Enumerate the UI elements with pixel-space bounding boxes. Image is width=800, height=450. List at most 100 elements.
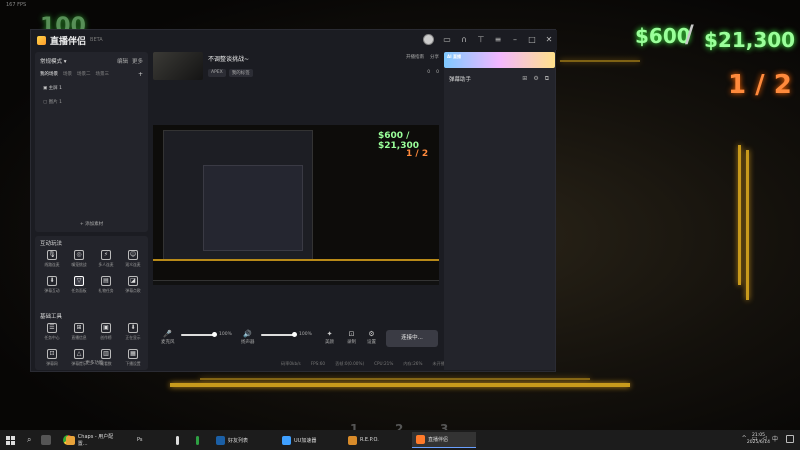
mode-row: 常规模式 ▾ 编辑 更多	[40, 57, 143, 65]
tool-interact-grid-3[interactable]: ☺ 观众连麦	[121, 250, 145, 272]
start-live-button[interactable]: 连接中...	[386, 330, 438, 347]
taskbar-app-7[interactable]: 直播伴侣	[412, 432, 476, 448]
record-icon: ⊡	[348, 330, 355, 338]
status-bar: 码率0kb/s FPS:60 丢帧:0(0.00%) CPU:21% 内存:26…	[281, 361, 445, 367]
clock[interactable]: 21:05 2025/6/14	[747, 433, 770, 446]
mic-volume-knob[interactable]	[212, 332, 217, 337]
message-icon[interactable]: ▭	[443, 35, 451, 44]
desktop: 167 FPS 100 $600 / $21,300 1 / 2 1 2 3 直…	[0, 0, 800, 450]
tool-basic-grid-1[interactable]: ⊞ 直播信息	[67, 323, 91, 345]
beauty-button[interactable]: ✦ 美颜	[325, 330, 334, 345]
money-slash: /	[685, 20, 694, 48]
taskbar-app-0[interactable]: Chaps - 用户配置...	[62, 432, 126, 448]
tool-label: 嘴笼挑战	[71, 262, 87, 267]
more-functions-button[interactable]: ··· 更多功能	[35, 360, 148, 366]
more-button[interactable]: 更多	[132, 59, 143, 65]
stream-cover-image[interactable]	[153, 52, 203, 80]
titlebar: 直播伴侣 BETA ▭ ∩ ⊤ ≡ – □ ✕	[31, 30, 557, 50]
tag-custom[interactable]: 我的标签	[228, 69, 253, 77]
live-guide-link[interactable]: 开播指南	[406, 54, 424, 60]
scene-item-main[interactable]: ▣ 主屏 1	[43, 85, 62, 91]
taskbar-app-2[interactable]	[172, 432, 186, 448]
avatar-icon[interactable]	[423, 34, 434, 45]
chevron-up-icon[interactable]: ^	[742, 435, 747, 442]
tool-icon: ▥	[101, 349, 111, 359]
popout-icon[interactable]: ⧉	[545, 75, 549, 83]
mic-volume-slider[interactable]	[181, 332, 217, 337]
tab-scene[interactable]: 场景	[63, 71, 72, 78]
tool-label: 线路连麦	[44, 262, 60, 267]
tool-label: 创作榜	[100, 335, 112, 340]
mode-selector[interactable]: 常规模式 ▾	[40, 57, 67, 65]
taskbar-app-1[interactable]: Ps	[130, 432, 144, 448]
menu-icon[interactable]: ≡	[494, 35, 502, 44]
tool-interact-grid-4[interactable]: ⬇ 弹幕互动	[40, 276, 64, 298]
record-button[interactable]: ⊡ 录制	[347, 330, 356, 345]
minimize-icon[interactable]: –	[511, 35, 519, 44]
tool-basic-grid-2[interactable]: ▣ 创作榜	[94, 323, 118, 345]
tool-basic-grid-3[interactable]: ⬇ 正在显示	[121, 323, 145, 345]
share-button[interactable]: 分享	[430, 54, 439, 60]
stream-actions: 开播指南 分享	[406, 54, 439, 60]
app-icon	[348, 435, 357, 445]
taskbar-app-4[interactable]: 好友列表	[212, 432, 272, 448]
tool-interact-grid-5[interactable]: ▽ 任务面板	[67, 276, 91, 298]
ime-icon[interactable]: 中	[772, 434, 778, 443]
task-view-icon[interactable]	[41, 435, 52, 445]
tool-label: 弹幕互动	[44, 288, 60, 293]
stream-stats: 0 0	[427, 70, 439, 75]
app-label: 好友列表	[228, 437, 249, 444]
tool-icon: △	[74, 349, 84, 359]
speaker-icon: 🔊	[243, 330, 253, 338]
tool-icon: ☺	[128, 250, 138, 260]
notification-icon[interactable]	[786, 435, 794, 443]
add-material-button[interactable]: + 添加素材	[35, 221, 148, 227]
app-icon	[66, 435, 75, 445]
preview-taskbar	[153, 280, 439, 285]
settings-button[interactable]: ⚙ 设置	[367, 330, 376, 345]
speaker-control[interactable]: 🔊 扬声器	[241, 330, 255, 345]
stream-title[interactable]: 不调整谈挑战~	[208, 54, 249, 63]
gear-icon[interactable]: ⚙	[533, 75, 538, 83]
tool-icon: ☰	[47, 323, 57, 333]
preview-stripe	[153, 259, 439, 261]
tool-interact-grid-2[interactable]: ⚡ 多人连麦	[94, 250, 118, 272]
preview-nested-window-2	[203, 165, 303, 251]
taskbar: ⌕ Chaps - 用户配置... Ps 好友列表 UU加速器 R.E.P.O. 直播伴侣…	[0, 430, 800, 450]
scene-item-image[interactable]: ▢ 图片 1	[43, 99, 62, 105]
taskbar-app-3[interactable]	[192, 432, 206, 448]
mic-control[interactable]: 🎤 麦克风	[161, 330, 175, 345]
close-icon[interactable]: ✕	[545, 35, 553, 44]
tool-interact-grid-7[interactable]: ◪ 弹幕点歌	[121, 276, 145, 298]
wall-stripe-1	[738, 145, 741, 285]
tab-scene-3[interactable]: 场景三	[96, 71, 110, 78]
tool-interact-grid-6[interactable]: ▤ 礼物任务	[94, 276, 118, 298]
tool-icon: ◎	[74, 250, 84, 260]
beauty-icon: ✦	[326, 330, 333, 338]
promo-banner[interactable]: AI 直播	[444, 52, 555, 68]
tool-icon: ▣	[101, 323, 111, 333]
tool-icon: ▦	[128, 349, 138, 359]
tag-category[interactable]: APEX	[208, 69, 226, 77]
taskbar-app-6[interactable]: R.E.P.O.	[344, 432, 404, 448]
headset-icon[interactable]: ∩	[460, 35, 468, 44]
tab-my-scenes[interactable]: 我的场景	[40, 71, 58, 78]
tab-scene-2[interactable]: 场景二	[77, 71, 91, 78]
stream-preview[interactable]: $600 / $21,300 1 / 2	[153, 125, 439, 285]
grid-icon[interactable]: ⊞	[522, 75, 527, 83]
shirt-icon[interactable]: ⊤	[477, 35, 485, 44]
edit-button[interactable]: 编辑	[117, 59, 128, 65]
speaker-volume-slider[interactable]	[261, 332, 297, 337]
add-scene-button[interactable]: +	[138, 71, 143, 78]
windows-start-icon[interactable]	[6, 435, 15, 445]
tool-interact-grid-0[interactable]: 🎙 线路连麦	[40, 250, 64, 272]
maximize-icon[interactable]: □	[528, 35, 536, 44]
app-logo-icon	[37, 35, 46, 45]
taskbar-app-5[interactable]: UU加速器	[278, 432, 338, 448]
tool-basic-grid-0[interactable]: ☰ 任务中心	[40, 323, 64, 345]
status-fps: FPS:60	[310, 361, 326, 366]
speaker-volume-knob[interactable]	[292, 332, 297, 337]
tool-interact-grid-1[interactable]: ◎ 嘴笼挑战	[67, 250, 91, 272]
search-icon[interactable]: ⌕	[27, 435, 31, 445]
app-icon	[416, 435, 425, 444]
